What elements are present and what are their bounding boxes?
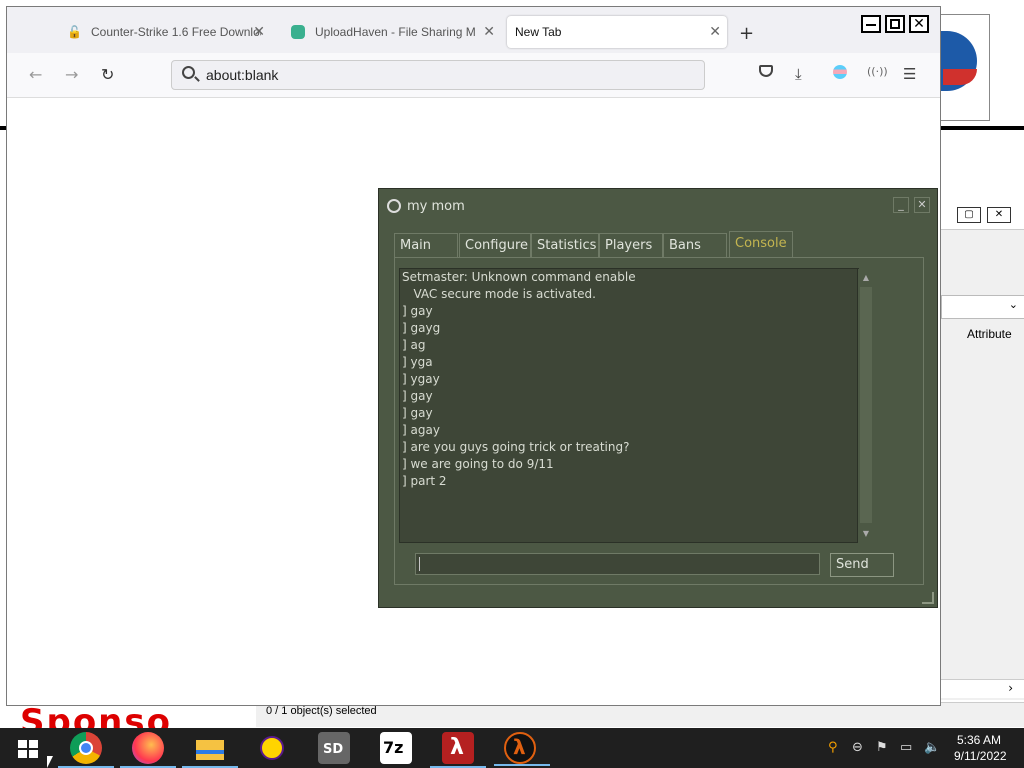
minus-circle-icon[interactable]: ⊖: [852, 740, 863, 755]
half-life-icon[interactable]: λ: [494, 732, 550, 766]
search-icon[interactable]: ⚲: [828, 740, 838, 755]
uploadhaven-icon: [291, 25, 305, 39]
clock-date: 9/11/2022: [954, 749, 1007, 763]
console-line: Setmaster: Unknown command enable: [402, 270, 636, 284]
console-line: ] ygay: [402, 372, 440, 386]
console-line: ] agay: [402, 423, 440, 437]
network-icon[interactable]: ▭: [900, 740, 912, 755]
sd-icon[interactable]: SD: [318, 732, 350, 764]
back-icon[interactable]: ←: [29, 65, 42, 84]
tab-uploadhaven[interactable]: UploadHaven - File Sharing Made Simple ✕: [283, 16, 501, 48]
server-console-dialog: my mom _ ✕ Main Configure Statistics Pla…: [378, 188, 938, 608]
text-caret: [419, 557, 420, 571]
console-line: ] part 2: [402, 474, 447, 488]
console-line: ] gay: [402, 406, 433, 420]
lambda-label: λ: [513, 735, 526, 759]
lock-icon: 🔓: [67, 25, 82, 39]
taskbar: SD 7z λ λ ⚲ ⊖ ⚑ ▭ 🔈 5:36 AM 9/11/2022: [0, 728, 1024, 768]
address-bar[interactable]: about:blank: [171, 60, 705, 90]
windows-start-icon[interactable]: [14, 732, 46, 764]
forward-icon[interactable]: →: [65, 65, 78, 84]
console-line: ] ag: [402, 338, 426, 352]
tab-bans[interactable]: Bans: [663, 233, 727, 257]
file-explorer-icon[interactable]: [182, 732, 238, 768]
firefox-icon[interactable]: [120, 732, 176, 768]
extensions-icon[interactable]: ((·)): [867, 65, 888, 78]
scroll-up-icon[interactable]: ▲: [860, 271, 872, 285]
download-icon[interactable]: ⤓: [795, 65, 802, 83]
status-text: 0 / 1 object(s) selected: [266, 705, 377, 717]
yahoo-messenger-icon[interactable]: [256, 732, 288, 764]
chevron-down-icon: ⌄: [1008, 298, 1018, 311]
side-window-titlebar: ▢ ✕: [941, 195, 1024, 230]
console-line: ] gayg: [402, 321, 441, 335]
flag-icon[interactable]: ⚑: [876, 740, 888, 755]
half-life-icon[interactable]: λ: [430, 732, 486, 768]
tab-bar: 🔓 Counter-Strike 1.6 Free Download ✕ Upl…: [7, 7, 940, 53]
close-button[interactable]: ✕: [987, 207, 1011, 223]
close-tab-icon[interactable]: ✕: [253, 23, 265, 40]
clock-time: 5:36 AM: [956, 733, 1002, 747]
side-dropdown[interactable]: ⌄: [941, 295, 1024, 319]
tab-counter-strike[interactable]: 🔓 Counter-Strike 1.6 Free Download ✕: [59, 16, 271, 48]
horizontal-scrollbar[interactable]: ›: [941, 679, 1024, 698]
chevron-right-icon[interactable]: ›: [1008, 681, 1013, 695]
tab-label: UploadHaven - File Sharing Made Simple: [315, 25, 475, 39]
column-header-attribute[interactable]: Attribute: [967, 327, 1012, 341]
pocket-icon[interactable]: [759, 65, 773, 77]
close-button[interactable]: ✕: [914, 197, 930, 213]
console-line: ] are you guys going trick or treating?: [402, 440, 630, 454]
tab-label: Counter-Strike 1.6 Free Download: [91, 25, 261, 39]
tab-statistics[interactable]: Statistics: [531, 233, 599, 257]
clock[interactable]: 5:36 AM 9/11/2022: [954, 732, 1007, 764]
chrome-icon[interactable]: [58, 732, 114, 768]
7zip-label: 7z: [383, 738, 404, 757]
console-line: ] gay: [402, 389, 433, 403]
resize-grip-icon[interactable]: [922, 592, 934, 604]
tab-players[interactable]: Players: [599, 233, 663, 257]
tab-new-tab[interactable]: New Tab ✕: [507, 16, 727, 48]
poster-image: [936, 14, 990, 121]
minimize-button[interactable]: [861, 15, 881, 33]
7zip-icon[interactable]: 7z: [380, 732, 412, 764]
nav-bar: ← → ↻ about:blank ⤓ ((·)) ☰: [7, 53, 940, 98]
console-line: ] gay: [402, 304, 433, 318]
maximize-button[interactable]: ▢: [957, 207, 981, 223]
search-icon: [182, 66, 195, 79]
scroll-down-icon[interactable]: ▼: [860, 527, 872, 541]
console-output: Setmaster: Unknown command enable VAC se…: [399, 268, 859, 543]
console-scrollbar[interactable]: ▲ ▼: [857, 269, 874, 543]
send-button[interactable]: Send: [830, 553, 894, 577]
steam-icon: [387, 199, 401, 213]
mouse-cursor-icon: [47, 756, 53, 768]
maximize-button[interactable]: [885, 15, 905, 33]
console-line: VAC secure mode is activated.: [402, 287, 596, 301]
scroll-thumb[interactable]: [860, 287, 872, 523]
dialog-title: my mom: [407, 199, 465, 214]
tab-label: New Tab: [515, 25, 562, 39]
account-icon[interactable]: [833, 65, 847, 79]
new-tab-button[interactable]: +: [739, 23, 754, 44]
close-tab-icon[interactable]: ✕: [483, 23, 495, 40]
side-window: ▢ ✕ ⌄ Attribute ›: [940, 195, 1024, 700]
menu-icon[interactable]: ☰: [903, 65, 916, 83]
console-line: ] we are going to do 9/11: [402, 457, 554, 471]
address-text[interactable]: about:blank: [206, 67, 278, 83]
close-tab-icon[interactable]: ✕: [709, 23, 721, 40]
tab-configure[interactable]: Configure: [459, 233, 531, 257]
lambda-label: λ: [450, 735, 464, 760]
sd-label: SD: [323, 742, 344, 757]
minimize-button[interactable]: _: [893, 197, 909, 213]
volume-icon[interactable]: 🔈: [924, 740, 940, 755]
reload-icon[interactable]: ↻: [101, 65, 114, 84]
command-input[interactable]: [415, 553, 820, 575]
tab-main[interactable]: Main: [394, 233, 458, 257]
close-button[interactable]: ✕: [909, 15, 929, 33]
tab-console[interactable]: Console: [729, 231, 793, 257]
console-line: ] yga: [402, 355, 433, 369]
